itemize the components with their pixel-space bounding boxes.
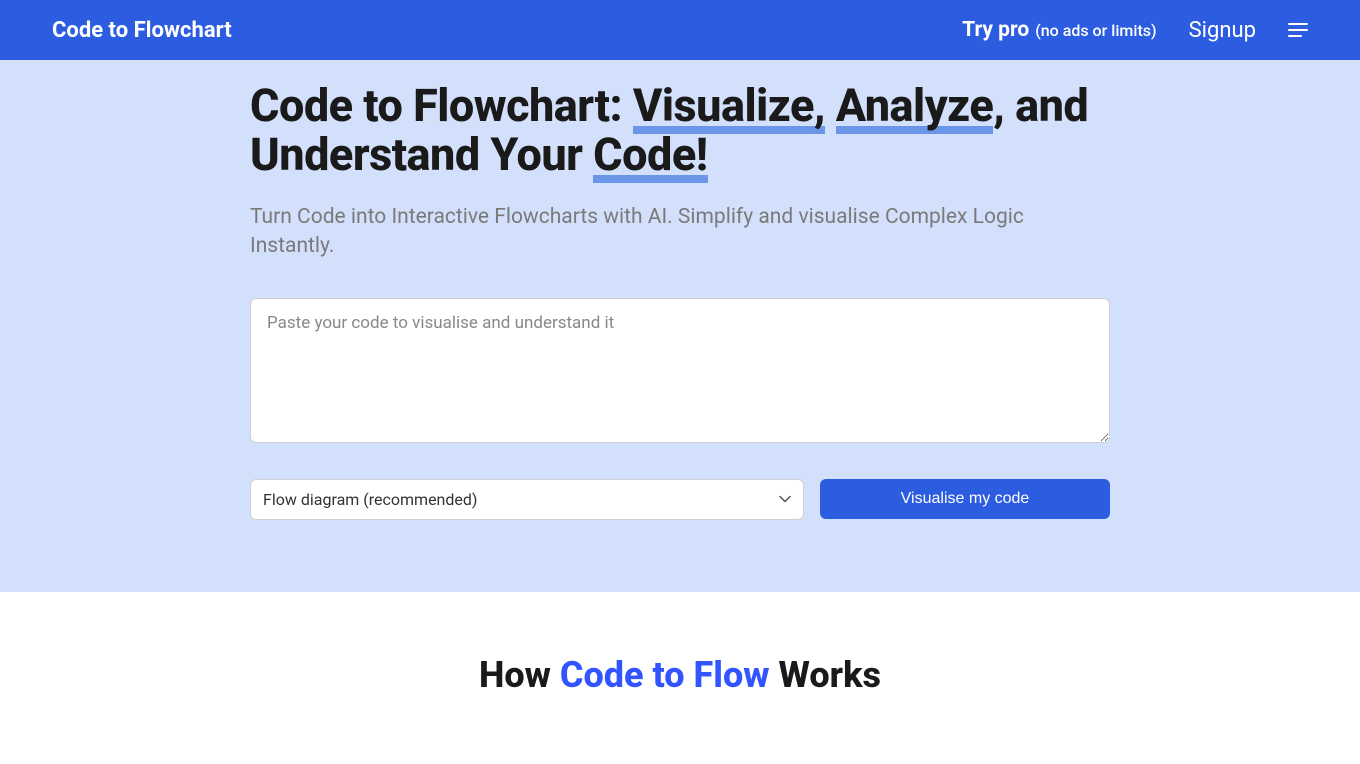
how-title-prefix: How <box>479 654 560 696</box>
hamburger-menu-icon[interactable] <box>1288 23 1308 37</box>
signup-link[interactable]: Signup <box>1189 18 1256 43</box>
logo[interactable]: Code to Flowchart <box>52 18 232 43</box>
hero-title-underline-4: Code! <box>593 128 707 181</box>
main-header: Code to Flowchart Try pro (no ads or lim… <box>0 0 1360 60</box>
chevron-down-icon <box>779 493 791 505</box>
hero-subtitle: Turn Code into Interactive Flowcharts wi… <box>250 203 1110 260</box>
hero-title-underline-1: Visualize, <box>633 79 825 132</box>
how-it-works-section: How Code to Flow Works <box>0 592 1360 736</box>
header-right: Try pro (no ads or limits) Signup <box>962 18 1308 43</box>
try-pro-sublabel: (no ads or limits) <box>1035 21 1156 40</box>
try-pro-label: Try pro <box>962 18 1029 42</box>
hero-section: Code to Flowchart: Visualize, Analyze, a… <box>0 60 1360 592</box>
hero-title: Code to Flowchart: Visualize, Analyze, a… <box>250 82 1110 179</box>
try-pro-link[interactable]: Try pro (no ads or limits) <box>962 18 1156 42</box>
code-input[interactable] <box>250 298 1110 443</box>
how-title-suffix: Works <box>770 654 881 696</box>
visualise-button[interactable]: Visualise my code <box>820 479 1110 519</box>
hero-title-prefix: Code to Flowchart: <box>250 79 633 132</box>
controls-row: Flow diagram (recommended) Visualise my … <box>250 479 1110 520</box>
how-title-highlight: Code to Flow <box>560 654 770 696</box>
select-value: Flow diagram (recommended) <box>263 490 779 509</box>
diagram-type-select[interactable]: Flow diagram (recommended) <box>250 479 804 520</box>
hero-title-middle: , <box>993 79 1015 132</box>
hero-title-underline-2: Analyze <box>836 79 994 132</box>
how-title: How Code to Flow Works <box>0 654 1360 696</box>
